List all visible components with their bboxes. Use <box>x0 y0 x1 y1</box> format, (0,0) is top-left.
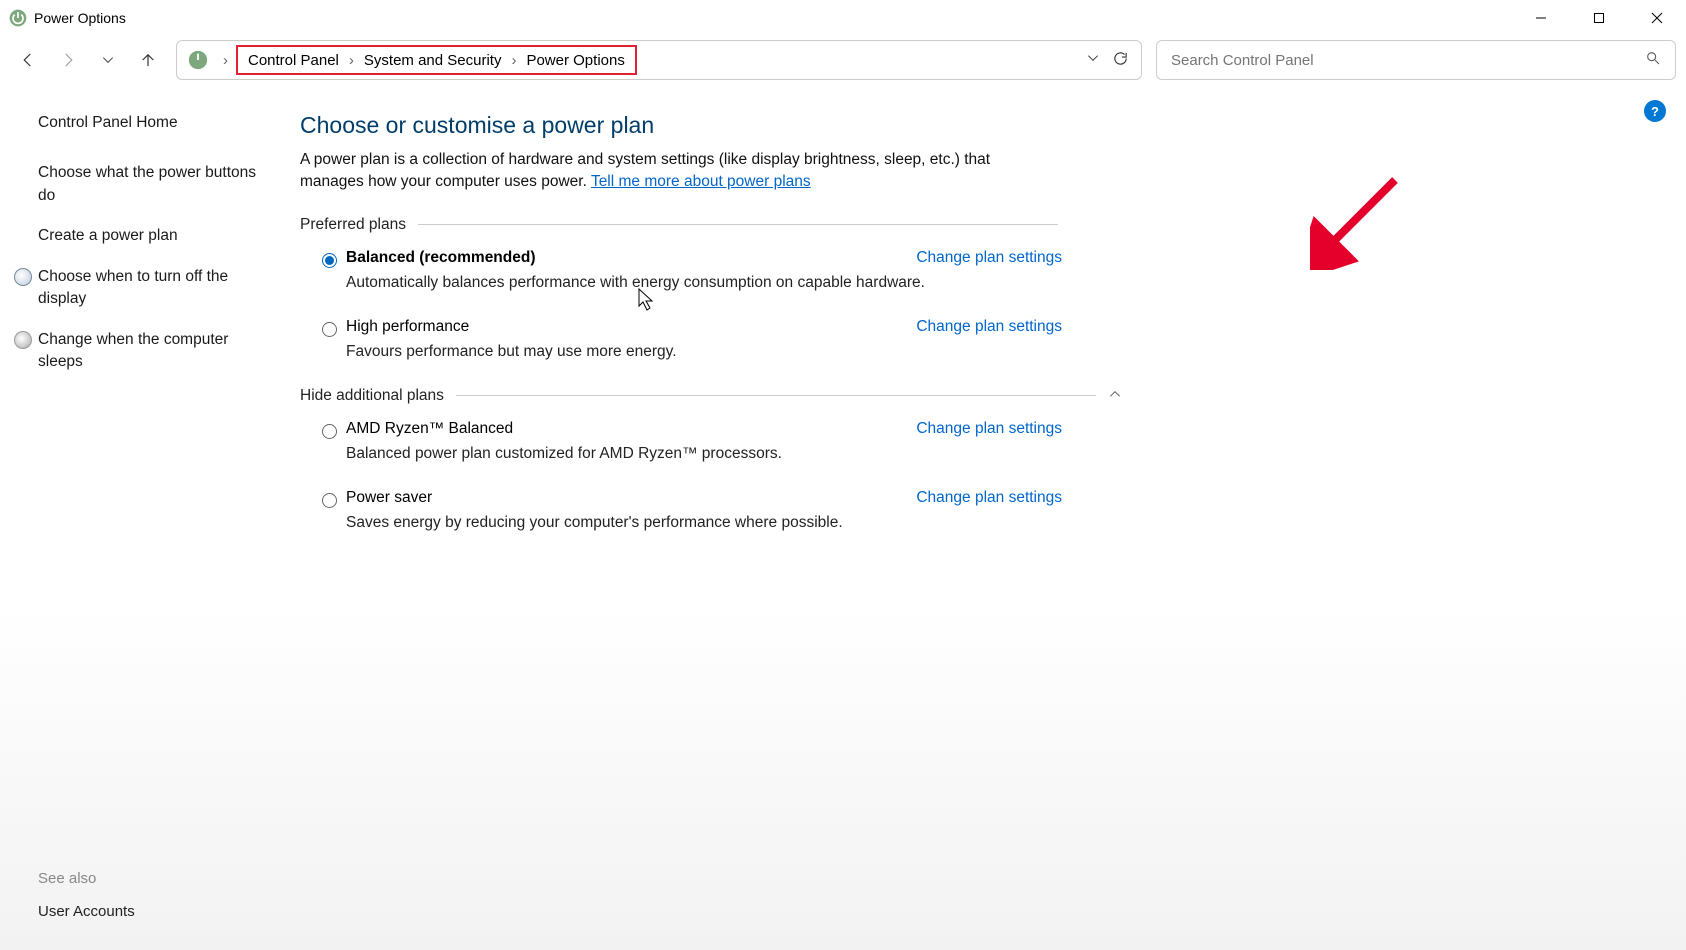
plan-high-name[interactable]: High performance <box>346 318 469 336</box>
chevron-right-icon: › <box>349 52 354 69</box>
breadcrumb-system-security[interactable]: System and Security <box>362 50 504 71</box>
preferred-plans-label: Preferred plans <box>300 216 406 234</box>
radio-power-saver[interactable] <box>322 493 337 508</box>
divider <box>456 395 1096 396</box>
page-description: A power plan is a collection of hardware… <box>300 149 1010 194</box>
main-content: ? Choose or customise a power plan A pow… <box>290 84 1686 950</box>
divider <box>418 224 1058 225</box>
address-dropdown-button[interactable] <box>1086 51 1100 69</box>
page-heading: Choose or customise a power plan <box>300 112 1646 139</box>
search-icon[interactable] <box>1645 50 1661 70</box>
help-button[interactable]: ? <box>1644 100 1666 122</box>
change-settings-balanced[interactable]: Change plan settings <box>916 249 1062 267</box>
maximize-button[interactable] <box>1570 0 1628 36</box>
see-also-user-accounts[interactable]: User Accounts <box>38 903 135 920</box>
forward-button[interactable] <box>50 42 86 78</box>
search-bar[interactable] <box>1156 40 1676 80</box>
plan-balanced-name[interactable]: Balanced (recommended) <box>346 249 536 267</box>
sidebar-control-panel-home[interactable]: Control Panel Home <box>38 112 270 134</box>
titlebar: Power Options <box>0 0 1686 36</box>
plan-high-performance: High performance Change plan settings Fa… <box>322 318 1062 361</box>
plan-balanced-desc: Automatically balances performance with … <box>346 274 1062 292</box>
window-title: Power Options <box>34 10 126 26</box>
window-controls <box>1512 0 1686 36</box>
plan-saver-name[interactable]: Power saver <box>346 489 432 507</box>
back-button[interactable] <box>10 42 46 78</box>
sidebar-computer-sleeps[interactable]: Change when the computer sleeps <box>38 329 270 374</box>
plan-balanced: Balanced (recommended) Change plan setti… <box>322 249 1062 292</box>
radio-balanced[interactable] <box>322 253 337 268</box>
plan-saver-desc: Saves energy by reducing your computer's… <box>346 514 1062 532</box>
sidebar-turn-off-display[interactable]: Choose when to turn off the display <box>38 266 270 311</box>
plan-amd-desc: Balanced power plan customized for AMD R… <box>346 445 1062 463</box>
radio-amd-ryzen[interactable] <box>322 424 337 439</box>
chevron-right-icon: › <box>511 52 516 69</box>
change-settings-amd[interactable]: Change plan settings <box>916 420 1062 438</box>
breadcrumb-highlight: Control Panel › System and Security › Po… <box>236 45 637 75</box>
chevron-up-icon[interactable] <box>1108 387 1122 405</box>
change-settings-high[interactable]: Change plan settings <box>916 318 1062 336</box>
up-button[interactable] <box>130 42 166 78</box>
refresh-button[interactable] <box>1112 50 1129 71</box>
history-dropdown[interactable] <box>90 42 126 78</box>
hide-additional-label: Hide additional plans <box>300 387 444 405</box>
minimize-button[interactable] <box>1512 0 1570 36</box>
see-also-label: See also <box>38 870 135 887</box>
plan-amd-name[interactable]: AMD Ryzen™ Balanced <box>346 420 513 438</box>
power-options-icon <box>8 8 28 28</box>
plan-power-saver: Power saver Change plan settings Saves e… <box>322 489 1062 532</box>
control-panel-icon <box>187 49 209 71</box>
sidebar-choose-power-buttons[interactable]: Choose what the power buttons do <box>38 162 270 207</box>
change-settings-saver[interactable]: Change plan settings <box>916 489 1062 507</box>
sidebar: Control Panel Home Choose what the power… <box>0 84 290 950</box>
search-input[interactable] <box>1171 52 1645 69</box>
chevron-right-icon: › <box>223 52 228 69</box>
breadcrumb-control-panel[interactable]: Control Panel <box>246 50 341 71</box>
plan-high-desc: Favours performance but may use more ene… <box>346 343 1062 361</box>
plan-amd-ryzen: AMD Ryzen™ Balanced Change plan settings… <box>322 420 1062 463</box>
preferred-plans-header: Preferred plans <box>300 216 1646 234</box>
navbar: › Control Panel › System and Security › … <box>0 36 1686 84</box>
address-bar[interactable]: › Control Panel › System and Security › … <box>176 40 1142 80</box>
see-also-section: See also User Accounts <box>38 870 135 920</box>
radio-high-performance[interactable] <box>322 322 337 337</box>
close-button[interactable] <box>1628 0 1686 36</box>
breadcrumb-power-options[interactable]: Power Options <box>524 50 626 71</box>
hide-additional-header[interactable]: Hide additional plans <box>300 387 1646 405</box>
sidebar-create-power-plan[interactable]: Create a power plan <box>38 225 270 247</box>
learn-more-link[interactable]: Tell me more about power plans <box>591 173 811 190</box>
